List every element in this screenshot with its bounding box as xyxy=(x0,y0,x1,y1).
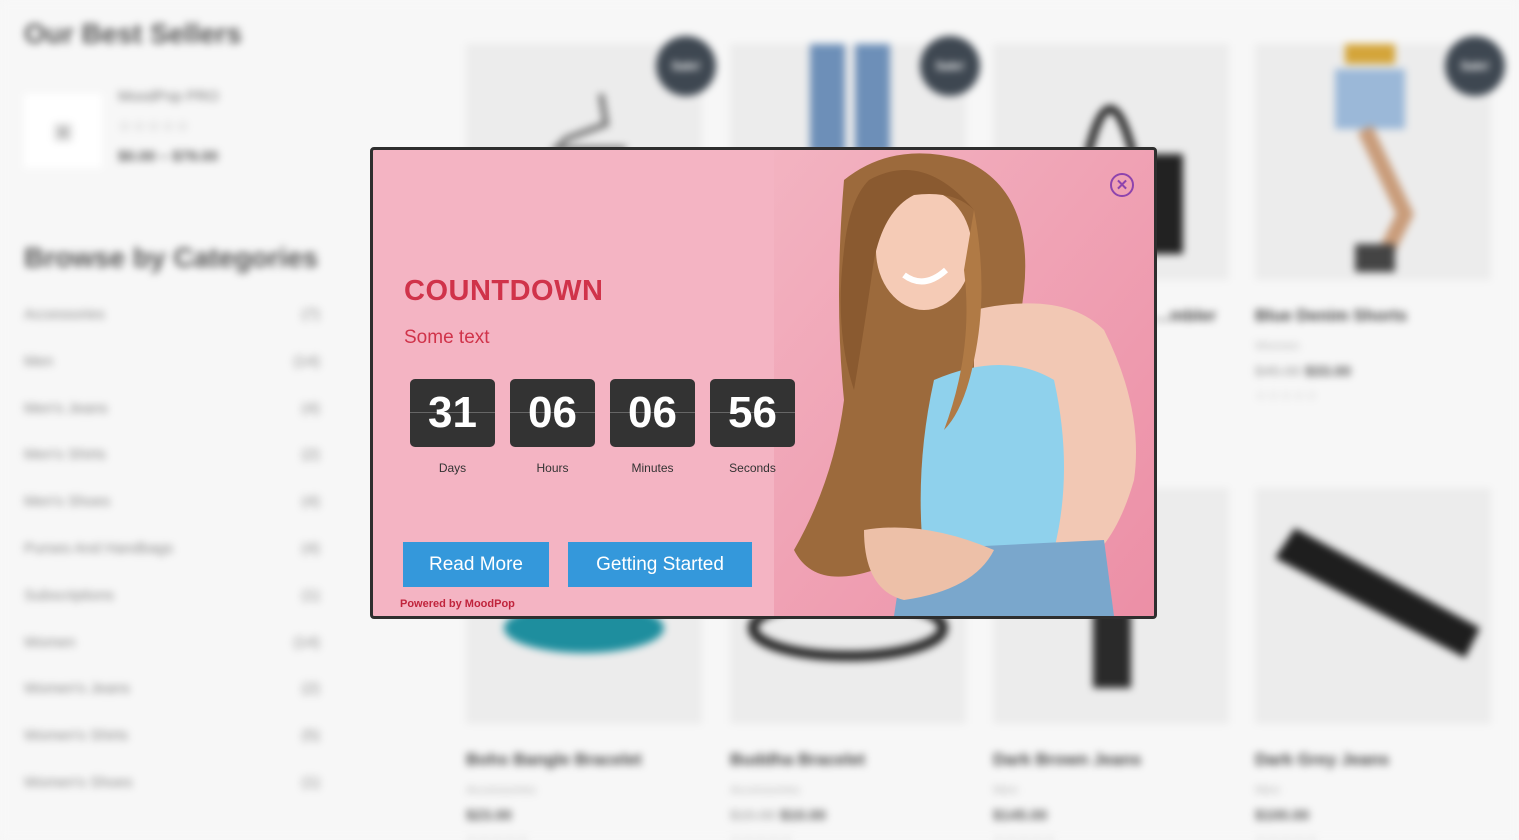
product-rating: ☆☆☆☆☆ xyxy=(466,832,530,840)
category-list: Accessories (7) Men (14) Men's Jeans (4) Me… xyxy=(24,306,320,821)
countdown-days: 31 Days xyxy=(410,379,495,475)
category-item[interactable]: Accessories (7) xyxy=(24,306,320,353)
seconds-label: Seconds xyxy=(729,461,776,475)
popup-title: COUNTDOWN xyxy=(404,275,604,307)
powered-by-link[interactable]: Powered by MoodPop xyxy=(400,598,515,610)
category-item[interactable]: Women's Shoes (1) xyxy=(24,774,320,821)
minutes-value: 06 xyxy=(610,379,695,447)
product-category[interactable]: Men xyxy=(993,782,1229,797)
product-price: $23.00 xyxy=(466,807,512,824)
countdown-seconds: 56 Seconds xyxy=(710,379,795,475)
popup-subtitle: Some text xyxy=(404,327,490,348)
sale-badge: Sale! xyxy=(1445,36,1505,96)
category-item[interactable]: Women's Shirts (5) xyxy=(24,727,320,774)
hours-value: 06 xyxy=(510,379,595,447)
product-price: $15.00 $10.00 xyxy=(730,807,826,824)
product-price: $100.00 xyxy=(1255,807,1310,824)
best-seller-rating: ☆☆☆☆☆ xyxy=(118,118,191,135)
product-price: $145.00 xyxy=(993,807,1048,824)
best-seller-price: $0.00 – $79.00 xyxy=(118,148,219,165)
minutes-label: Minutes xyxy=(631,461,674,475)
category-item[interactable]: Men's Shirts (2) xyxy=(24,446,320,493)
best-seller-item[interactable]: ▣ MoodPop PRO ☆☆☆☆☆ $0.00 – $79.00 xyxy=(24,88,320,172)
category-item[interactable]: Men's Shoes (4) xyxy=(24,493,320,540)
product-rating: ☆☆☆☆☆ xyxy=(1255,832,1319,840)
product-thumbnail-icon: ▣ xyxy=(24,94,102,168)
best-seller-name[interactable]: MoodPop PRO xyxy=(118,82,219,112)
seconds-value: 56 xyxy=(710,379,795,447)
countdown-popup: ✕ COUNTDOWN Some text 31 Days 06 Hours 0… xyxy=(370,147,1157,619)
category-item[interactable]: Subscriptions (1) xyxy=(24,587,320,634)
category-item[interactable]: Men's Jeans (4) xyxy=(24,400,320,447)
product-name[interactable]: Buddha Bracelet xyxy=(730,750,966,770)
grey-jeans-image xyxy=(1275,528,1480,658)
category-item[interactable]: Men (14) xyxy=(24,353,320,400)
product-rating: ☆☆☆☆☆ xyxy=(993,832,1057,840)
countdown-timer: 31 Days 06 Hours 06 Minutes 56 Seconds xyxy=(410,379,795,475)
days-value: 31 xyxy=(410,379,495,447)
product-name[interactable]: …mbler xyxy=(1153,306,1229,326)
product-name[interactable]: Blue Denim Shorts xyxy=(1255,306,1491,326)
product-name[interactable]: Dark Grey Jeans xyxy=(1255,750,1491,770)
hours-label: Hours xyxy=(536,461,569,475)
sidebar: Our Best Sellers ▣ MoodPop PRO ☆☆☆☆☆ $0.… xyxy=(24,18,320,821)
categories-heading: Browse by Categories xyxy=(24,242,319,273)
close-icon[interactable]: ✕ xyxy=(1110,173,1134,197)
product-name[interactable]: Dark Brown Jeans xyxy=(993,750,1229,770)
countdown-minutes: 06 Minutes xyxy=(610,379,695,475)
sale-badge: Sale! xyxy=(920,36,980,96)
hero-woman-image xyxy=(774,150,1154,616)
category-item[interactable]: Women (14) xyxy=(24,634,320,681)
product-card[interactable]: Dark Grey Jeans Men $100.00 ☆☆☆☆☆ xyxy=(1255,488,1491,840)
product-category[interactable]: Accessories xyxy=(730,782,966,797)
days-label: Days xyxy=(438,461,467,475)
category-item[interactable]: Women's Jeans (2) xyxy=(24,680,320,727)
category-item[interactable]: Purses And Handbags (4) xyxy=(24,540,320,587)
product-category[interactable]: Accessories xyxy=(466,782,702,797)
product-category[interactable]: Men xyxy=(1255,782,1491,797)
best-sellers-heading: Our Best Sellers xyxy=(24,18,242,49)
product-category[interactable]: Women xyxy=(1255,338,1491,353)
product-rating: ☆☆☆☆☆ xyxy=(730,832,794,840)
product-card[interactable]: Sale! Blue Denim Shorts Women $45.00 $33… xyxy=(1255,36,1505,404)
product-price: $45.00 $33.00 xyxy=(1255,363,1351,380)
product-image[interactable] xyxy=(1255,488,1491,724)
product-rating: ☆☆☆☆☆ xyxy=(1255,388,1319,403)
product-name[interactable]: Bohs Bangle Bracelet xyxy=(466,750,702,770)
countdown-hours: 06 Hours xyxy=(510,379,595,475)
getting-started-button[interactable]: Getting Started xyxy=(568,542,752,587)
sale-badge: Sale! xyxy=(656,36,716,96)
read-more-button[interactable]: Read More xyxy=(403,542,549,587)
